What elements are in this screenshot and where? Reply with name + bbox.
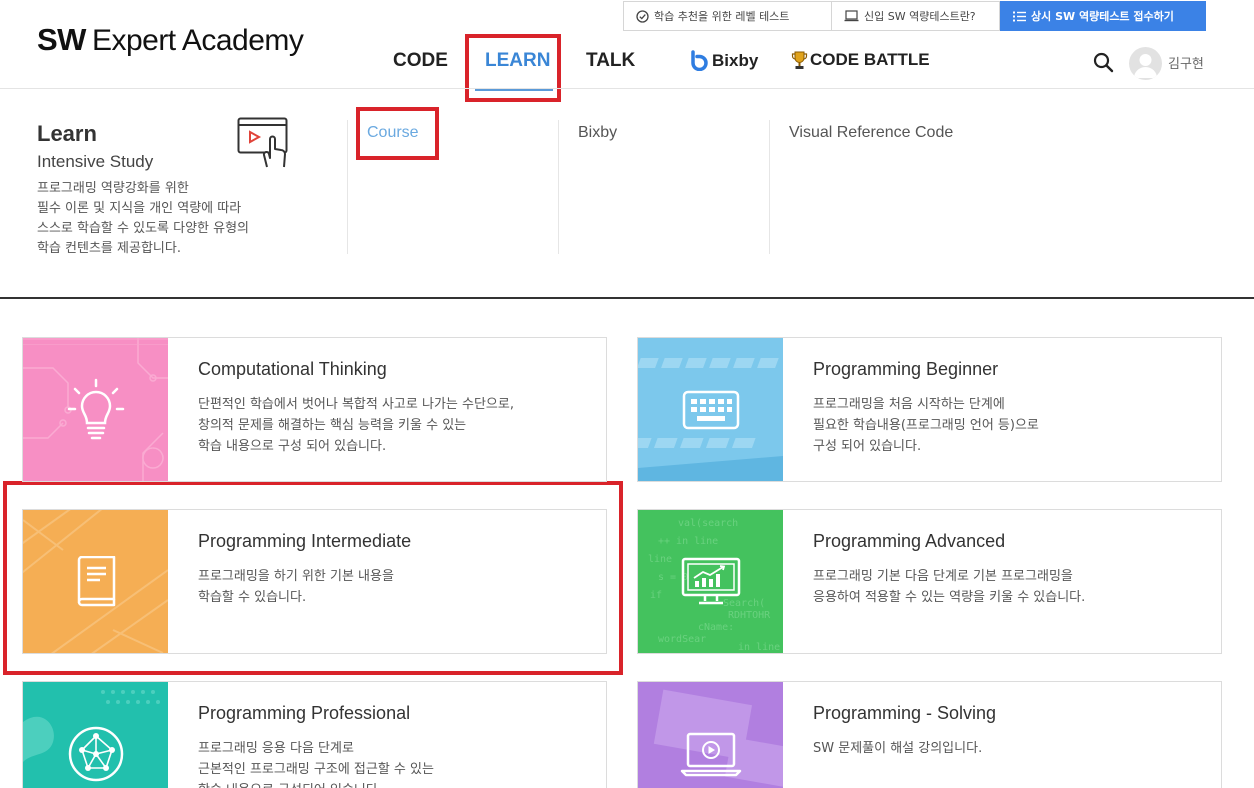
course-thumbnail: [23, 510, 168, 653]
level-test-link[interactable]: 학습 추천을 위한 레벨 테스트: [623, 1, 831, 31]
course-title: Computational Thinking: [198, 359, 387, 379]
bixby-logo-icon: [689, 50, 710, 71]
main-nav: CODE LEARN TALK Bixby CODE BATTLE: [0, 40, 1254, 91]
laptop-icon: [844, 10, 859, 22]
course-description: SW 문제풀이 해설 강의입니다.: [813, 741, 983, 756]
course-thumbnail: [638, 682, 783, 788]
nav-talk[interactable]: TALK: [586, 50, 635, 72]
book-icon: [23, 510, 168, 653]
course-thumbnail: [23, 682, 168, 788]
course-card-computational-thinking[interactable]: Computational Thinking 단편적인 학습에서 벗어나 복합적…: [22, 337, 607, 482]
avatar[interactable]: [1129, 47, 1162, 80]
nav-code-battle[interactable]: CODE BATTLE: [791, 50, 930, 70]
utility-bar: 학습 추천을 위한 레벨 테스트 신입 SW 역량테스트란? 상시 SW 역량테…: [623, 1, 1206, 31]
menu-link-bixby[interactable]: Bixby: [578, 124, 617, 142]
menu-subtitle: Intensive Study: [37, 152, 154, 171]
course-description: 프로그래밍을 처음 시작하는 단계에 필요한 학습내용(프로그래밍 언어 등)으…: [813, 397, 1039, 454]
course-description: 프로그래밍 응용 다음 단계로 근본적인 프로그래밍 구조에 접근할 수 있는 …: [198, 741, 434, 788]
course-card-programming-professional[interactable]: Programming Professional 프로그래밍 응용 다음 단계로…: [22, 681, 607, 788]
course-title: Programming Professional: [198, 703, 411, 723]
menu-link-course[interactable]: Course: [367, 124, 419, 142]
course-thumbnail: [23, 338, 168, 481]
chart-monitor-icon: [638, 510, 783, 653]
video-laptop-icon: [638, 682, 783, 788]
course-description: 단편적인 학습에서 벗어나 복합적 사고로 나가는 수단으로, 창의적 문제를 …: [198, 397, 514, 454]
click-screen-icon: [237, 117, 291, 175]
course-thumbnail: [638, 338, 783, 481]
list-icon: [1013, 11, 1026, 22]
course-description: 프로그래밍 기본 다음 단계로 기본 프로그래밍을 응용하여 적용할 수 있는 …: [813, 569, 1086, 605]
new-sw-test-label: 신입 SW 역량테스트란?: [864, 10, 976, 23]
menu-column-divider: [347, 120, 348, 254]
menu-description: 프로그래밍 역량강화를 위한 필수 이론 및 지식을 개인 역량에 따라 스스로…: [37, 181, 250, 256]
header-divider: [0, 88, 1254, 89]
nav-bixby[interactable]: Bixby: [689, 50, 758, 71]
course-card-programming-beginner[interactable]: Programming Beginner 프로그래밍을 처음 시작하는 단계에 …: [637, 337, 1222, 482]
course-title: Programming Beginner: [813, 359, 999, 379]
register-test-label: 상시 SW 역량테스트 접수하기: [1031, 10, 1174, 23]
course-card-programming-intermediate[interactable]: Programming Intermediate 프로그래밍을 하기 위한 기본…: [22, 509, 607, 654]
trophy-icon: [791, 51, 808, 70]
menu-title: Learn: [37, 121, 97, 146]
keyboard-icon: [638, 338, 783, 481]
menu-bottom-border: [0, 297, 1254, 299]
course-card-programming-solving[interactable]: Programming - Solving SW 문제풀이 해설 강의입니다.: [637, 681, 1222, 788]
check-circle-icon: [636, 9, 649, 23]
user-name[interactable]: 김구현: [1168, 53, 1204, 72]
menu-column-divider: [769, 120, 770, 254]
register-test-button[interactable]: 상시 SW 역량테스트 접수하기: [1000, 1, 1206, 31]
course-card-programming-advanced[interactable]: val(search ++ in line line s = 0 if Search( …: [637, 509, 1222, 654]
course-title: Programming Intermediate: [198, 531, 412, 551]
course-title: Programming - Solving: [813, 703, 997, 723]
course-description: 프로그래밍을 하기 위한 기본 내용을 학습할 수 있습니다.: [198, 569, 394, 605]
level-test-label: 학습 추천을 위한 레벨 테스트: [654, 10, 790, 23]
highlight-learn-box: [465, 34, 561, 102]
course-title: Programming Advanced: [813, 531, 1006, 551]
menu-link-visual-reference-code[interactable]: Visual Reference Code: [789, 124, 953, 142]
menu-column-divider: [558, 120, 559, 254]
search-icon[interactable]: [1093, 52, 1114, 77]
course-thumbnail: val(search ++ in line line s = 0 if Search( …: [638, 510, 783, 653]
lightbulb-icon: [23, 338, 168, 481]
new-sw-test-link[interactable]: 신입 SW 역량테스트란?: [831, 1, 1000, 31]
network-globe-icon: [23, 682, 168, 788]
nav-code[interactable]: CODE: [393, 50, 448, 72]
